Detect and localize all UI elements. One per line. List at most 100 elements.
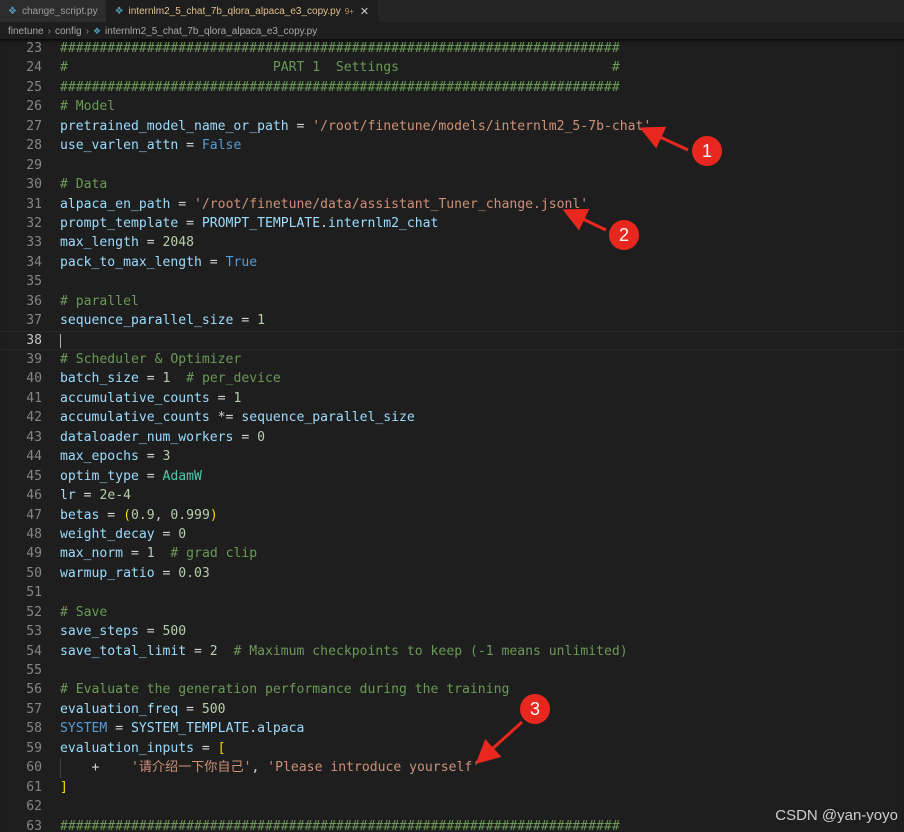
code-token: = xyxy=(138,371,163,387)
code-line[interactable]: 54 save_total_limit = 2 # Maximum checkpo… xyxy=(0,642,904,661)
code-text: # Data xyxy=(60,175,107,194)
line-number: 32 xyxy=(26,215,42,231)
code-token: *= xyxy=(209,410,242,426)
code-token: = xyxy=(288,118,313,134)
code-line[interactable]: 49 max_norm = 1 # grad clip xyxy=(0,544,904,563)
code-token: # Evaluate the generation performance du… xyxy=(60,682,510,698)
code-token: # Data xyxy=(60,177,108,193)
code-line[interactable]: 43 dataloader_num_workers = 0 xyxy=(0,428,904,447)
code-line[interactable]: 31 alpaca_en_path = '/root/finetune/data/… xyxy=(0,195,904,214)
code-text: # Save xyxy=(60,603,107,622)
code-line[interactable]: 39 # Scheduler & Optimizer xyxy=(0,350,904,369)
code-line[interactable]: 24 # PART 1 Settings # xyxy=(0,58,904,77)
chevron-right-icon: › xyxy=(47,25,51,37)
code-line[interactable]: 59 evaluation_inputs = [ xyxy=(0,739,904,758)
line-number: 31 xyxy=(26,196,42,212)
code-line[interactable]: 51 xyxy=(0,583,904,602)
code-line[interactable]: 37 sequence_parallel_size = 1 xyxy=(0,311,904,330)
code-token: = xyxy=(186,643,210,659)
chevron-right-icon: › xyxy=(85,25,89,37)
code-line[interactable]: 35 xyxy=(0,272,904,291)
breadcrumb-item[interactable]: config xyxy=(55,26,82,37)
code-line[interactable]: 33 max_length = 2048 xyxy=(0,233,904,252)
code-line[interactable]: 52 # Save xyxy=(0,603,904,622)
code-line[interactable]: 60 + '请介绍一下你自己', 'Please introduce yours… xyxy=(0,758,904,778)
code-line[interactable]: 47 betas = (0.9, 0.999) xyxy=(0,506,904,525)
code-line[interactable]: 36 # parallel xyxy=(0,292,904,311)
breadcrumb: finetune › config › ❖ internlm2_5_chat_7… xyxy=(0,22,904,40)
code-line[interactable]: 41 accumulative_counts = 1 xyxy=(0,389,904,408)
line-number: 57 xyxy=(26,701,42,717)
code-line[interactable]: 27 pretrained_model_name_or_path = '/root… xyxy=(0,117,904,136)
code-line[interactable]: 42 accumulative_counts *= sequence_parall… xyxy=(0,408,904,427)
code-token: accumulative_counts xyxy=(60,410,210,426)
line-number: 25 xyxy=(26,79,42,95)
code-token: evaluation_freq xyxy=(60,701,179,717)
code-token: '/root/finetune/data/assistant_Tuner_cha… xyxy=(194,196,589,212)
code-line[interactable]: 28 use_varlen_attn = False xyxy=(0,136,904,155)
code-token: = xyxy=(170,196,195,212)
tab-bar: ❖ change_script.py ❖ internlm2_5_chat_7b… xyxy=(0,0,904,22)
breadcrumb-item[interactable]: finetune xyxy=(8,26,44,37)
line-number: 49 xyxy=(26,546,42,562)
code-token: alpaca xyxy=(257,721,305,737)
code-line[interactable]: 48 weight_decay = 0 xyxy=(0,525,904,544)
code-token: # Save xyxy=(60,604,108,620)
code-token: max_epochs xyxy=(60,449,139,465)
code-token: 1 xyxy=(233,390,242,406)
code-token: evaluation_inputs xyxy=(60,740,195,756)
code-line[interactable]: 23 ######################################… xyxy=(0,39,904,58)
code-text: batch_size = 1 # per_device xyxy=(60,369,281,388)
code-text: save_total_limit = 2 # Maximum checkpoin… xyxy=(60,642,628,661)
code-text: pretrained_model_name_or_path = '/root/f… xyxy=(60,117,651,136)
code-line[interactable]: 50 warmup_ratio = 0.03 xyxy=(0,564,904,583)
code-text: max_epochs = 3 xyxy=(60,447,170,466)
code-token: pretrained_model_name_or_path xyxy=(60,118,289,134)
code-line[interactable]: 32 prompt_template = PROMPT_TEMPLATE.inte… xyxy=(0,214,904,233)
code-line[interactable]: 29 xyxy=(0,156,904,175)
code-token: max_length xyxy=(60,235,139,251)
line-number: 40 xyxy=(26,371,42,387)
code-line[interactable]: 40 batch_size = 1 # per_device xyxy=(0,369,904,388)
code-line[interactable]: 38 xyxy=(0,330,904,350)
code-line[interactable]: 45 optim_type = AdamW xyxy=(0,467,904,486)
line-number: 63 xyxy=(26,818,42,832)
code-line[interactable]: 55 xyxy=(0,661,904,680)
code-token: # Model xyxy=(60,99,116,115)
tab-change-script[interactable]: ❖ change_script.py xyxy=(0,0,107,22)
code-token: # parallel xyxy=(60,293,139,309)
code-line[interactable]: 34 pack_to_max_length = True xyxy=(0,253,904,272)
code-line[interactable]: 56 # Evaluate the generation performance … xyxy=(0,680,904,699)
line-number: 30 xyxy=(26,177,42,193)
code-text: accumulative_counts = 1 xyxy=(60,389,241,408)
code-line[interactable]: 62 xyxy=(0,797,904,816)
code-line[interactable]: 26 # Model xyxy=(0,97,904,116)
line-number: 59 xyxy=(26,740,42,756)
code-line[interactable]: 61] xyxy=(0,778,904,797)
code-line[interactable]: 58 SYSTEM = SYSTEM_TEMPLATE.alpaca xyxy=(0,719,904,738)
code-line[interactable]: 46 lr = 2e-4 xyxy=(0,486,904,505)
code-token: # grad clip xyxy=(170,546,258,562)
code-line[interactable]: 53 save_steps = 500 xyxy=(0,622,904,641)
tab-internlm-config[interactable]: ❖ internlm2_5_chat_7b_qlora_alpaca_e3_co… xyxy=(106,0,379,22)
code-line[interactable]: 30 # Data xyxy=(0,175,904,194)
breadcrumb-item[interactable]: internlm2_5_chat_7b_qlora_alpaca_e3_copy… xyxy=(105,26,317,37)
code-line[interactable]: 44 max_epochs = 3 xyxy=(0,447,904,466)
code-line[interactable]: 25 ######################################… xyxy=(0,78,904,97)
code-editor[interactable]: 23 ######################################… xyxy=(0,39,904,832)
code-token: . xyxy=(320,215,329,231)
code-token: [ xyxy=(217,740,226,756)
code-token: 请介绍一下你自己 xyxy=(138,760,244,776)
tab-label: change_script.py xyxy=(21,5,98,17)
line-number: 61 xyxy=(26,779,42,795)
code-token: = xyxy=(138,235,163,251)
close-icon[interactable]: ✕ xyxy=(360,5,369,18)
code-line[interactable]: 57 evaluation_freq = 500 xyxy=(0,700,904,719)
code-token: weight_decay xyxy=(60,526,155,542)
code-token: 2e-4 xyxy=(99,488,131,504)
code-token: = xyxy=(209,390,234,406)
code-token: max_norm xyxy=(60,546,124,562)
code-token: optim_type xyxy=(60,468,139,484)
code-line[interactable]: 63 ######################################… xyxy=(0,817,904,832)
